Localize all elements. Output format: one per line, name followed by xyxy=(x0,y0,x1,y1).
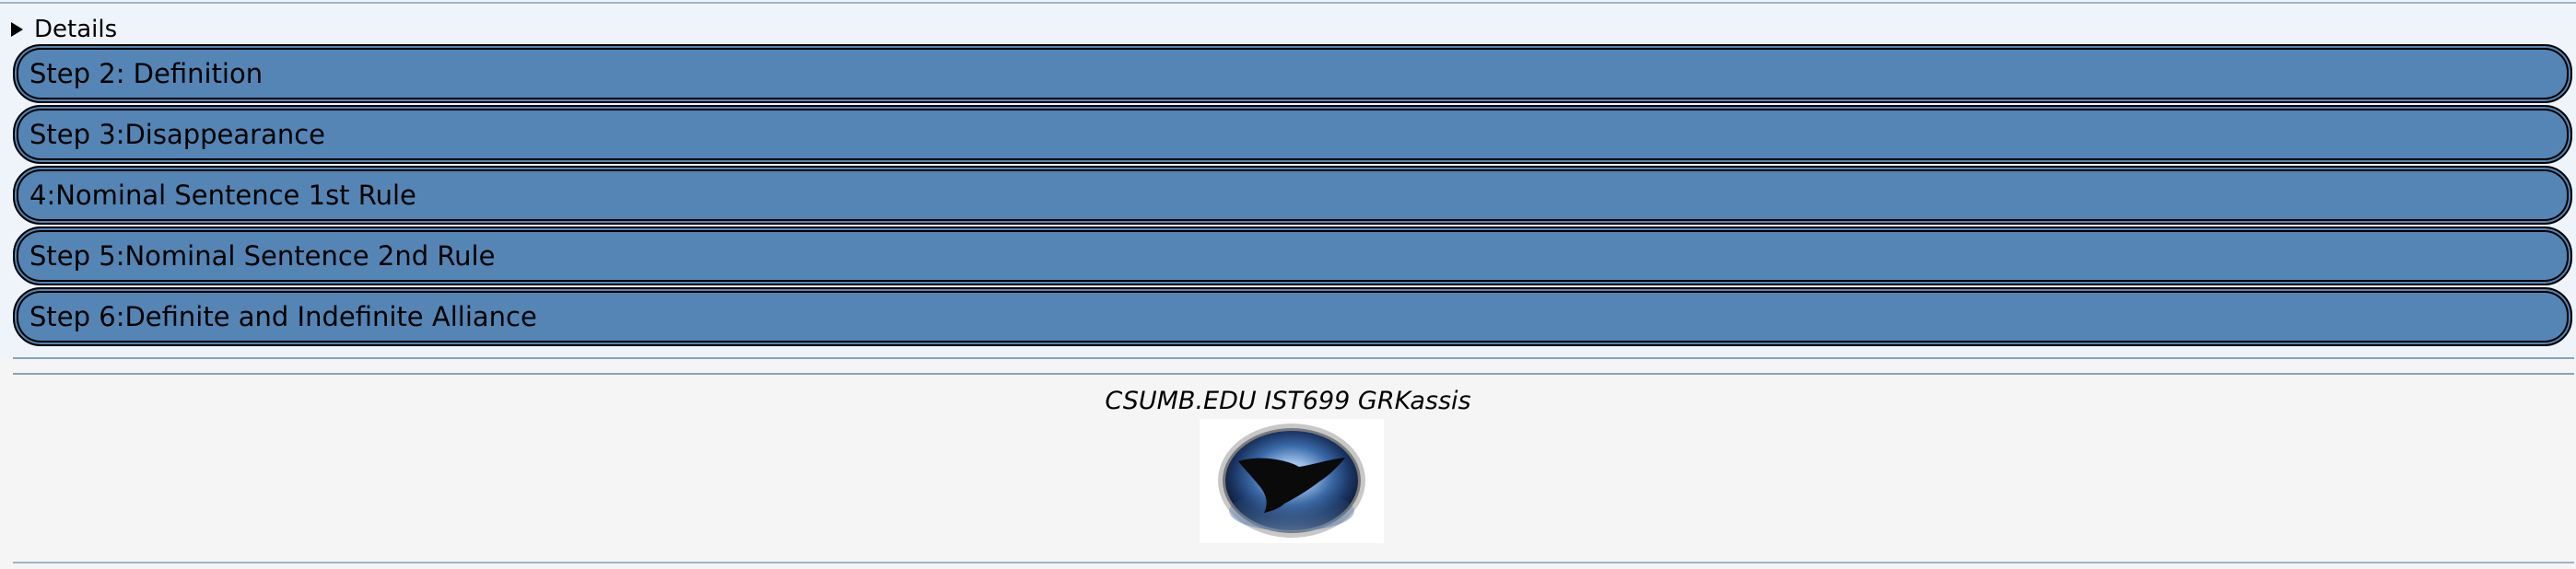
step-6-button[interactable]: Step 6:Definite and Indefinite Alliance xyxy=(13,287,2572,346)
bottom-divider xyxy=(13,562,2574,563)
step-2-button[interactable]: Step 2: Definition xyxy=(13,44,2572,103)
footer-credit: CSUMB.EDU IST699 GRKassis xyxy=(1105,387,1471,415)
disclosure-triangle-icon xyxy=(11,22,23,37)
steps-list: Step 2: Definition Step 3:Disappearance … xyxy=(13,44,2574,348)
step-5-button[interactable]: Step 5:Nominal Sentence 2nd Rule xyxy=(13,226,2572,285)
step-label: Step 3:Disappearance xyxy=(29,119,326,150)
step-label: Step 5:Nominal Sentence 2nd Rule xyxy=(29,240,496,272)
step-label: Step 2: Definition xyxy=(29,58,263,89)
step-3-button[interactable]: Step 3:Disappearance xyxy=(13,105,2572,164)
step-label: Step 6:Definite and Indefinite Alliance xyxy=(29,301,537,332)
top-divider xyxy=(0,2,2576,4)
step-4-button[interactable]: 4:Nominal Sentence 1st Rule xyxy=(13,166,2572,225)
details-label: Details xyxy=(34,16,118,43)
footer-divider-lower xyxy=(13,373,2574,375)
footer-divider-upper xyxy=(13,357,2574,359)
step-label: 4:Nominal Sentence 1st Rule xyxy=(29,180,416,211)
details-toggle[interactable]: Details xyxy=(11,16,118,43)
manta-ray-logo xyxy=(1200,419,1384,543)
